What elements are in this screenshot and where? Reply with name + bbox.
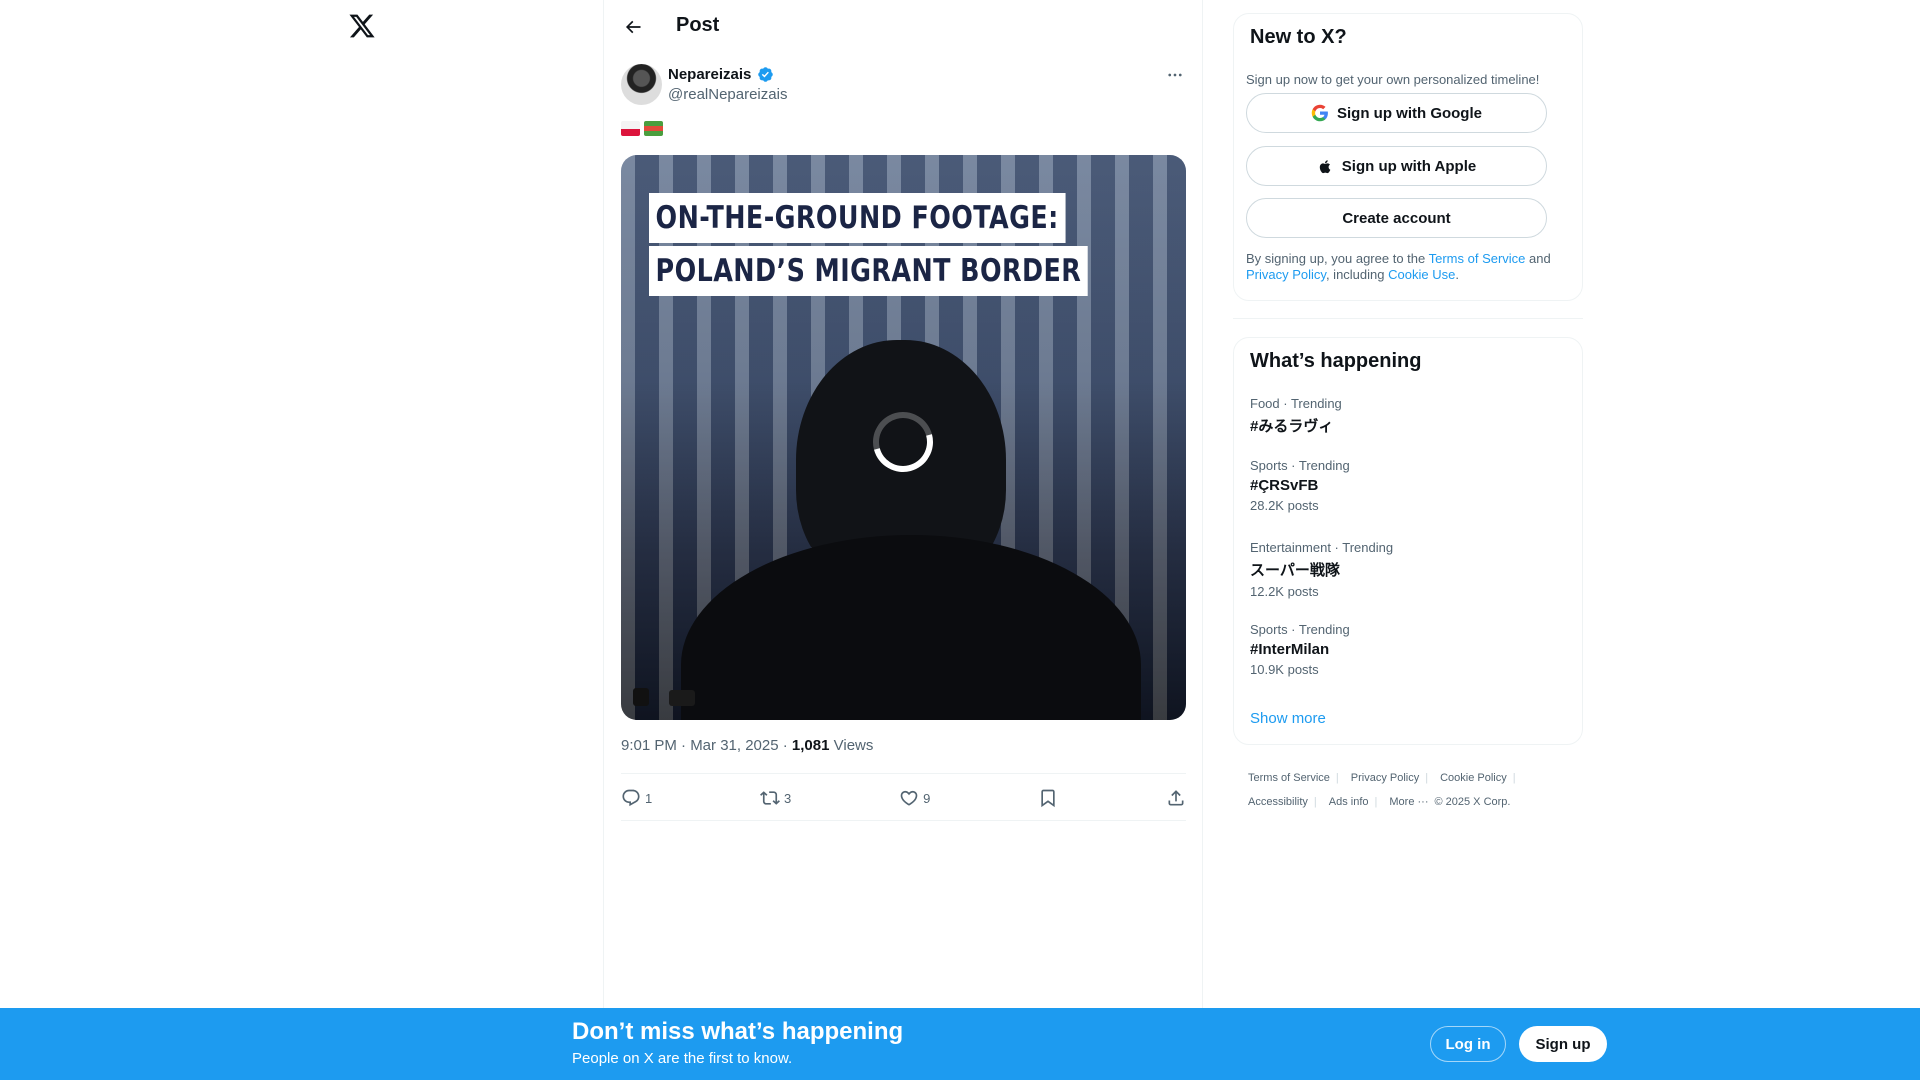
banner-title: Don’t miss what’s happening bbox=[572, 1018, 904, 1045]
post-timestamp[interactable]: 9:01 PM · Mar 31, 2025 · bbox=[621, 737, 792, 754]
legal-prefix: By signing up, you agree to the bbox=[1246, 251, 1429, 266]
signup-google-button[interactable]: Sign up with Google bbox=[1246, 93, 1547, 133]
create-account-label: Create account bbox=[1342, 209, 1451, 227]
signup-title: New to X? bbox=[1250, 26, 1347, 48]
avatar[interactable] bbox=[621, 64, 662, 105]
views-count: 1,081 bbox=[791, 737, 830, 754]
signup-apple-label: Sign up with Apple bbox=[1341, 157, 1477, 175]
trend-name: #ÇRSvFB bbox=[1250, 477, 1319, 494]
trend-category: Sports · Trending bbox=[1250, 458, 1350, 473]
trend-name: #みるラヴィ bbox=[1250, 418, 1334, 435]
footer-link-privacy[interactable]: Privacy Policy bbox=[1351, 772, 1419, 784]
footer-link-ads-info[interactable]: Ads info bbox=[1329, 796, 1369, 808]
play-pause-icon[interactable] bbox=[633, 688, 649, 706]
trends-card: What’s happening Food · Trending #みるラヴィ … bbox=[1233, 337, 1583, 745]
video-banner-line2: POLAND’S MIGRANT BORDER bbox=[649, 246, 1088, 296]
share-icon bbox=[1168, 790, 1184, 806]
signup-button[interactable]: Sign up bbox=[1519, 1026, 1607, 1062]
legal-and: and bbox=[1525, 251, 1551, 266]
like-button[interactable]: 9 bbox=[899, 788, 930, 808]
video-player[interactable]: ON-THE-GROUND FOOTAGE: POLAND’S MIGRANT … bbox=[621, 155, 1186, 720]
post-actions: 1 3 9 bbox=[621, 780, 1186, 816]
banner-subtitle: People on X are the first to know. bbox=[572, 1050, 793, 1067]
trend-item[interactable]: Sports · Trending #ÇRSvFB 28.2K posts bbox=[1250, 458, 1350, 513]
trends-title: What’s happening bbox=[1250, 350, 1422, 372]
trend-name: スーパー戦隊 bbox=[1250, 562, 1340, 579]
verified-badge-icon[interactable] bbox=[757, 66, 774, 83]
signup-card: New to X? Sign up now to get your own pe… bbox=[1233, 13, 1583, 301]
signup-apple-button[interactable]: Sign up with Apple bbox=[1246, 146, 1547, 186]
divider bbox=[621, 773, 1186, 774]
signup-banner: Don’t miss what’s happening People on X … bbox=[0, 1008, 1920, 1080]
trend-item[interactable]: Entertainment · Trending スーパー戦隊 12.2K po… bbox=[1250, 540, 1393, 599]
post-meta: 9:01 PM · Mar 31, 2025 · 1,081 Views bbox=[621, 737, 873, 754]
page-title: Post bbox=[676, 14, 720, 36]
heart-icon bbox=[900, 790, 918, 806]
footer-links: Terms of Service | Privacy Policy | Cookie P… bbox=[1248, 772, 1516, 808]
reply-button[interactable]: 1 bbox=[621, 788, 652, 808]
divider bbox=[1233, 318, 1583, 319]
trend-posts: 28.2K posts bbox=[1250, 498, 1319, 513]
author-name[interactable]: Nepareizais bbox=[668, 66, 751, 83]
reply-icon bbox=[622, 789, 640, 807]
login-button[interactable]: Log in bbox=[1430, 1026, 1506, 1062]
video-progress-control[interactable] bbox=[669, 690, 695, 706]
repost-count: 3 bbox=[784, 790, 792, 806]
back-button[interactable] bbox=[620, 14, 646, 40]
bookmark-icon bbox=[1041, 789, 1055, 808]
flag-belarus-historical-icon bbox=[644, 121, 663, 136]
reply-count: 1 bbox=[645, 790, 653, 806]
post-column: Post Nepareizais @realNepareizais ON-THE… bbox=[603, 0, 1203, 1010]
trend-category: Entertainment · Trending bbox=[1250, 540, 1394, 555]
divider bbox=[621, 820, 1186, 821]
trend-category: Sports · Trending bbox=[1250, 622, 1350, 637]
signup-legal-text: By signing up, you agree to the Terms of… bbox=[1246, 251, 1576, 283]
like-count: 9 bbox=[923, 790, 931, 806]
x-logo-icon[interactable] bbox=[348, 12, 376, 42]
repost-button[interactable]: 3 bbox=[760, 788, 791, 808]
footer-link-terms[interactable]: Terms of Service bbox=[1248, 772, 1330, 784]
footer-link-accessibility[interactable]: Accessibility bbox=[1248, 796, 1308, 808]
cookie-use-link[interactable]: Cookie Use bbox=[1388, 267, 1455, 282]
flag-poland-icon bbox=[621, 121, 640, 136]
apple-icon bbox=[1319, 159, 1331, 173]
author-handle[interactable]: @realNepareizais bbox=[668, 86, 787, 103]
bookmark-button[interactable] bbox=[1038, 788, 1058, 808]
signup-subtitle: Sign up now to get your own personalized… bbox=[1246, 72, 1540, 87]
google-icon bbox=[1311, 104, 1328, 122]
footer-link-cookie[interactable]: Cookie Policy bbox=[1440, 772, 1507, 784]
trend-posts: 12.2K posts bbox=[1250, 584, 1319, 599]
trend-category: Food · Trending bbox=[1250, 396, 1342, 411]
repost-icon bbox=[760, 791, 780, 805]
trend-item[interactable]: Sports · Trending #InterMilan 10.9K post… bbox=[1250, 622, 1350, 677]
post-text bbox=[621, 121, 663, 136]
video-banner-line1: ON-THE-GROUND FOOTAGE: bbox=[649, 193, 1066, 243]
signup-google-label: Sign up with Google bbox=[1337, 104, 1482, 122]
trend-name: #InterMilan bbox=[1250, 641, 1330, 658]
privacy-link[interactable]: Privacy Policy bbox=[1246, 267, 1326, 282]
arrow-left-icon bbox=[625, 20, 641, 34]
share-button[interactable] bbox=[1166, 788, 1186, 808]
create-account-button[interactable]: Create account bbox=[1246, 198, 1547, 238]
legal-end: . bbox=[1455, 267, 1459, 282]
footer-link-more[interactable]: More ··· bbox=[1389, 796, 1428, 808]
views-label: Views bbox=[829, 737, 874, 754]
trend-item[interactable]: Food · Trending #みるラヴィ bbox=[1250, 396, 1342, 436]
show-more-link[interactable]: Show more bbox=[1250, 710, 1326, 727]
more-options-button[interactable] bbox=[1164, 64, 1186, 86]
terms-link[interactable]: Terms of Service bbox=[1429, 251, 1526, 266]
trend-posts: 10.9K posts bbox=[1250, 662, 1319, 677]
legal-including: , including bbox=[1325, 267, 1389, 282]
more-horizontal-icon bbox=[1168, 73, 1182, 77]
footer-copyright: © 2025 X Corp. bbox=[1434, 796, 1511, 808]
